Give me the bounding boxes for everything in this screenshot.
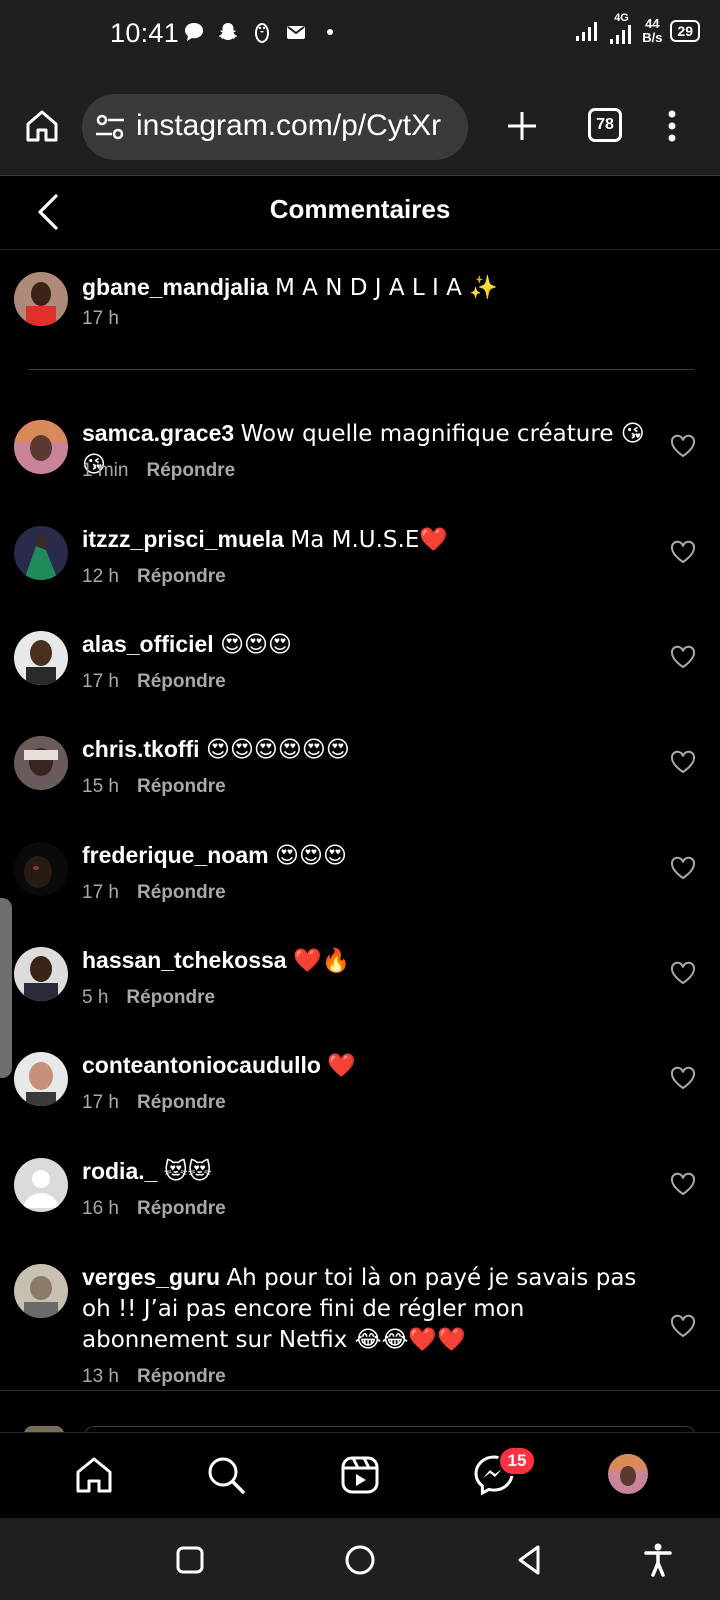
avatar[interactable] — [14, 1264, 68, 1318]
notification-icons — [182, 20, 342, 44]
status-bar: 10:41 4G 44 B/s 29 — [0, 0, 720, 76]
comment-username[interactable]: frederique_noam — [82, 842, 269, 868]
signal-icon — [576, 22, 598, 41]
avatar[interactable] — [14, 1052, 68, 1106]
avatar[interactable] — [14, 842, 68, 896]
mail-icon — [284, 20, 308, 44]
messages-badge: 15 — [498, 1446, 536, 1476]
status-right: 4G 44 B/s 29 — [574, 12, 700, 46]
chat-bubble-icon — [182, 20, 206, 44]
reply-button[interactable]: Répondre — [146, 460, 235, 481]
status-time: 10:41 — [110, 18, 180, 48]
comment-timestamp: 5 h — [82, 987, 109, 1008]
like-heart-icon[interactable] — [670, 1172, 696, 1196]
comment-timestamp: 17 h — [82, 1092, 119, 1113]
avatar[interactable] — [14, 736, 68, 790]
comment-username[interactable]: itzzz_prisci_muela — [82, 526, 284, 552]
comment-timestamp: 12 h — [82, 566, 119, 587]
like-heart-icon[interactable] — [670, 1314, 696, 1338]
caption-username[interactable]: gbane_mandjalia — [82, 274, 269, 300]
penguin-icon — [250, 20, 274, 44]
default-avatar[interactable] — [14, 1158, 68, 1212]
page-title: Commentaires — [269, 194, 451, 224]
accessibility-icon[interactable] — [638, 1540, 678, 1580]
comment-timestamp: 17 h — [82, 882, 119, 903]
post-caption: gbane_mandjalia M A N D J A L I A ✨ 17 h — [0, 250, 720, 370]
like-heart-icon[interactable] — [670, 540, 696, 564]
comment-text: ❤️ — [327, 1053, 356, 1079]
comment-username[interactable]: alas_officiel — [82, 631, 214, 657]
tab-switcher-button[interactable]: 78 — [588, 108, 622, 142]
recent-apps-icon[interactable] — [170, 1540, 210, 1580]
reply-button[interactable]: Répondre — [137, 1198, 226, 1219]
comment-text: Ma M.U.S.E❤️ — [290, 527, 448, 553]
browser-toolbar: instagram.com/p/CytXr 78 — [0, 76, 720, 176]
comment-username[interactable]: rodia._ — [82, 1158, 157, 1184]
reply-button[interactable]: Répondre — [137, 1092, 226, 1113]
reply-button[interactable]: Répondre — [126, 987, 215, 1008]
like-heart-icon[interactable] — [670, 961, 696, 985]
reply-button[interactable]: Répondre — [137, 671, 226, 692]
avatar[interactable] — [14, 631, 68, 685]
comment-username[interactable]: conteantoniocaudullo — [82, 1052, 321, 1078]
reply-button[interactable]: Répondre — [137, 566, 226, 587]
comment-timestamp: 15 h — [82, 776, 119, 797]
comment-username[interactable]: hassan_tchekossa — [82, 947, 287, 973]
comment-text: 😍😍😍😍😍😍 — [205, 737, 350, 763]
like-heart-icon[interactable] — [670, 434, 696, 458]
comment-text: 😍😍😍 — [220, 632, 293, 658]
like-heart-icon[interactable] — [670, 856, 696, 880]
avatar[interactable] — [14, 272, 68, 326]
like-heart-icon[interactable] — [670, 645, 696, 669]
avatar[interactable] — [14, 420, 68, 474]
dot-icon — [318, 20, 342, 44]
address-bar[interactable]: instagram.com/p/CytXr — [82, 94, 468, 160]
caption-timestamp: 17 h — [82, 308, 119, 329]
browser-home-icon[interactable] — [22, 106, 62, 146]
home-circle-icon[interactable] — [340, 1540, 380, 1580]
new-tab-icon[interactable] — [502, 106, 542, 146]
comment-timestamp: 1 min — [82, 460, 129, 481]
browser-menu-icon[interactable] — [660, 106, 684, 146]
network-speed: 44 B/s — [642, 16, 663, 45]
avatar[interactable] — [14, 947, 68, 1001]
comment-text: 😍😍😍 — [275, 843, 347, 869]
comment-timestamp: 13 h — [82, 1366, 119, 1387]
system-navigation-bar — [0, 1518, 720, 1600]
comment-username[interactable]: samca.grace3 — [82, 420, 234, 446]
comment-username[interactable]: chris.tkoffi — [82, 736, 200, 762]
comment-timestamp: 16 h — [82, 1198, 119, 1219]
reply-button[interactable]: Répondre — [137, 776, 226, 797]
like-heart-icon[interactable] — [670, 750, 696, 774]
reply-button[interactable]: Répondre — [137, 882, 226, 903]
reply-button[interactable]: Répondre — [137, 1366, 226, 1387]
like-heart-icon[interactable] — [670, 1066, 696, 1090]
comment-username[interactable]: verges_guru — [82, 1264, 220, 1290]
battery-indicator: 29 — [670, 20, 700, 42]
snapchat-icon — [216, 20, 240, 44]
caption-body: M A N D J A L I A ✨ — [275, 275, 498, 301]
divider — [28, 369, 694, 370]
avatar[interactable] — [14, 526, 68, 580]
divider — [0, 1390, 720, 1391]
search-icon[interactable] — [204, 1453, 248, 1497]
profile-avatar[interactable] — [608, 1454, 648, 1494]
home-icon[interactable] — [72, 1453, 116, 1497]
edge-panel-handle[interactable] — [0, 898, 12, 1078]
network-4g: 4G — [608, 12, 634, 46]
comment-text: ❤️🔥 — [292, 948, 351, 974]
comment-text: 😻😻 — [163, 1159, 212, 1185]
comment-timestamp: 17 h — [82, 671, 119, 692]
back-triangle-icon[interactable] — [510, 1540, 550, 1580]
site-settings-icon[interactable] — [94, 112, 126, 142]
url-text: instagram.com/p/CytXr — [136, 109, 442, 142]
reels-icon[interactable] — [338, 1453, 382, 1497]
comments-header: Commentaires — [0, 176, 720, 250]
